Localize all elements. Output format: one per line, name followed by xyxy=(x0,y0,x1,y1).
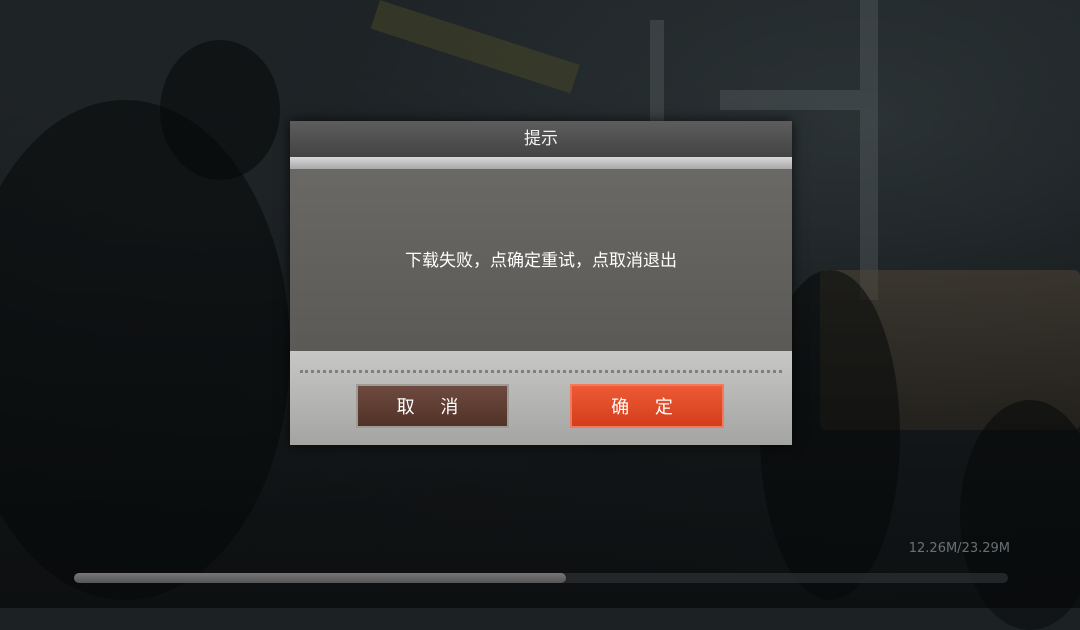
dotted-divider xyxy=(300,370,782,373)
dialog-message: 下载失败，点确定重试，点取消退出 xyxy=(405,251,677,271)
download-size-text: 12.26M/23.29M xyxy=(908,541,1010,556)
download-progress-bar xyxy=(74,573,1008,583)
confirm-button[interactable]: 确 定 xyxy=(570,384,724,428)
alert-dialog: 提示 下载失败，点确定重试，点取消退出 取 消 确 定 xyxy=(290,121,792,445)
dialog-title: 提示 xyxy=(290,121,792,157)
cancel-button[interactable]: 取 消 xyxy=(356,384,509,428)
dialog-title-divider xyxy=(290,157,792,169)
download-progress-fill xyxy=(74,573,566,583)
dialog-body: 下载失败，点确定重试，点取消退出 xyxy=(290,169,792,351)
dialog-footer: 取 消 确 定 xyxy=(290,351,792,445)
